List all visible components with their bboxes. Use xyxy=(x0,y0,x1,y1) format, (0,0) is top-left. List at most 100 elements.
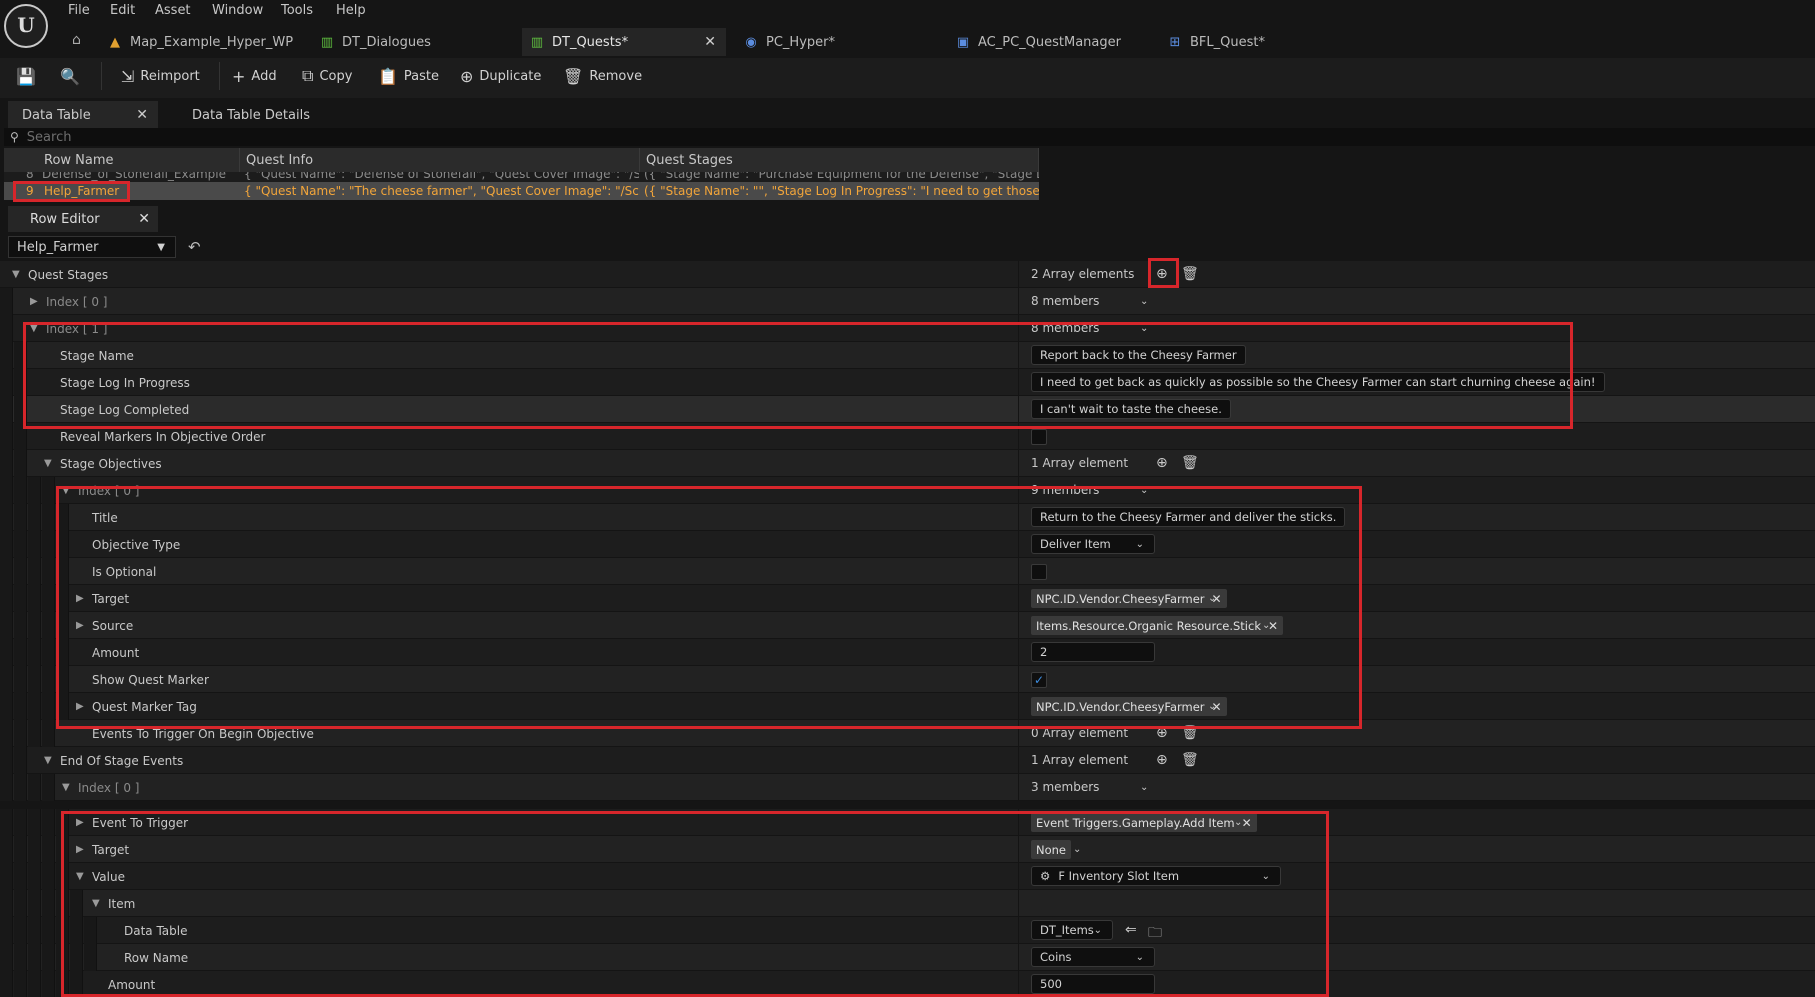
menu-file[interactable]: File xyxy=(68,3,90,18)
target-tag[interactable]: NPC.ID.Vendor.CheesyFarmer ✕ xyxy=(1031,589,1227,608)
expand-arrow-icon[interactable]: ▶ xyxy=(76,817,84,828)
data-table-dropdown[interactable]: DT_Items ⌄ xyxy=(1031,920,1113,940)
prop-quest-stages[interactable]: ▼ Quest Stages 2 Array elements ⊕ 🗑 xyxy=(0,261,1815,288)
unreal-logo-icon[interactable]: U xyxy=(4,4,48,48)
expand-arrow-icon[interactable]: ▶ xyxy=(76,593,84,604)
save-icon[interactable]: 💾 xyxy=(16,63,36,89)
tab-bfl-quest[interactable]: ⊞ BFL_Quest* xyxy=(1160,28,1360,56)
tab-dt-dialogues[interactable]: ▥ DT_Dialogues xyxy=(312,28,512,56)
prop-index-0[interactable]: ▶ Index [ 0 ] 8 members ⌄ xyxy=(0,288,1815,315)
chevron-down-icon[interactable]: ⌄ xyxy=(1234,817,1242,828)
column-header-quest-stages[interactable]: Quest Stages xyxy=(640,148,1039,172)
tab-row-editor[interactable]: Row Editor ✕ xyxy=(8,206,158,232)
menu-asset[interactable]: Asset xyxy=(155,3,191,18)
expand-arrow-icon[interactable]: ▶ xyxy=(76,844,84,855)
row-name-dropdown[interactable]: Coins ⌄ xyxy=(1031,947,1155,967)
add-button[interactable]: + Add xyxy=(232,63,277,89)
table-row[interactable]: 8 Defense_of_Stonefall_Example { "Quest … xyxy=(4,172,1039,182)
chevron-down-icon[interactable]: ⌄ xyxy=(1208,593,1216,604)
remove-button[interactable]: 🗑 Remove xyxy=(563,63,642,89)
search-input[interactable]: ⚲ Search xyxy=(4,128,1815,146)
expand-arrow-icon[interactable]: ▶ xyxy=(30,296,38,307)
add-element-icon[interactable]: ⊕ xyxy=(1156,455,1168,471)
add-element-icon[interactable]: ⊕ xyxy=(1156,266,1168,282)
struct-type-dropdown[interactable]: ⚙ F Inventory Slot Item ⌄ xyxy=(1031,866,1281,886)
tab-map-example[interactable]: ▲ Map_Example_Hyper_WP xyxy=(100,28,305,56)
chevron-down-icon[interactable]: ⌄ xyxy=(1208,701,1216,712)
title-field[interactable]: Return to the Cheesy Farmer and deliver … xyxy=(1031,507,1346,527)
is-optional-checkbox[interactable] xyxy=(1031,564,1047,580)
column-header-quest-info[interactable]: Quest Info xyxy=(240,148,640,172)
tab-data-table-details[interactable]: Data Table Details xyxy=(178,101,338,129)
prop-event-target[interactable]: ▶ Target None ⌄ xyxy=(0,836,1815,863)
menu-help[interactable]: Help xyxy=(336,3,366,18)
stage-log-in-progress-field[interactable]: I need to get back as quickly as possibl… xyxy=(1031,372,1605,392)
expand-arrow-icon[interactable]: ▼ xyxy=(44,458,52,469)
trash-icon[interactable]: 🗑 xyxy=(1181,266,1199,282)
show-quest-marker-checkbox[interactable]: ✓ xyxy=(1031,672,1047,688)
tab-pc-hyper[interactable]: ◉ PC_Hyper* xyxy=(736,28,936,56)
expand-arrow-icon[interactable]: ▼ xyxy=(62,485,70,496)
stage-name-field[interactable]: Report back to the Cheesy Farmer xyxy=(1031,345,1246,365)
menu-edit[interactable]: Edit xyxy=(110,3,135,18)
expand-arrow-icon[interactable]: ▼ xyxy=(92,898,100,909)
expand-arrow-icon[interactable]: ▼ xyxy=(62,782,70,793)
tab-dt-quests[interactable]: ▥ DT_Quests* ✕ xyxy=(522,28,726,56)
event-trigger-tag[interactable]: Event Triggers.Gameplay.Add Item ✕ xyxy=(1031,813,1257,832)
paste-button[interactable]: 📋 Paste xyxy=(378,63,439,89)
amount-field[interactable]: 2 xyxy=(1031,642,1155,662)
expand-arrow-icon[interactable]: ▼ xyxy=(76,871,84,882)
reset-icon[interactable]: ↶ xyxy=(188,238,201,256)
menu-tools[interactable]: Tools xyxy=(281,3,313,18)
expand-arrow-icon[interactable]: ▶ xyxy=(76,701,84,712)
duplicate-button[interactable]: ⊕ Duplicate xyxy=(460,63,541,89)
browse-icon[interactable]: 🔍 xyxy=(60,63,80,89)
expand-arrow-icon[interactable]: ▼ xyxy=(30,323,38,334)
trash-icon[interactable]: 🗑 xyxy=(1181,455,1199,471)
close-icon[interactable]: ✕ xyxy=(136,107,148,123)
prop-quest-marker-tag[interactable]: ▶ Quest Marker Tag NPC.ID.Vendor.CheesyF… xyxy=(0,693,1815,720)
prop-event-to-trigger[interactable]: ▶ Event To Trigger Event Triggers.Gamepl… xyxy=(0,809,1815,836)
menu-window[interactable]: Window xyxy=(212,3,263,18)
add-element-icon[interactable]: ⊕ xyxy=(1156,725,1168,741)
objective-type-dropdown[interactable]: Deliver Item ⌄ xyxy=(1031,534,1155,554)
prop-target[interactable]: ▶ Target NPC.ID.Vendor.CheesyFarmer ✕ ⌄ xyxy=(0,585,1815,612)
stage-log-completed-field[interactable]: I can't wait to taste the cheese. xyxy=(1031,399,1231,419)
expand-arrow-icon[interactable]: ▼ xyxy=(44,755,52,766)
tab-ac-pc-questmanager[interactable]: ▣ AC_PC_QuestManager xyxy=(948,28,1148,56)
chevron-down-icon[interactable]: ⌄ xyxy=(1140,782,1148,793)
marker-tag[interactable]: NPC.ID.Vendor.CheesyFarmer ✕ xyxy=(1031,697,1227,716)
add-element-icon[interactable]: ⊕ xyxy=(1156,752,1168,768)
column-header-row-name[interactable]: Row Name xyxy=(38,148,240,172)
event-amount-field[interactable]: 500 xyxy=(1031,974,1155,994)
browse-icon[interactable]: 🗀 xyxy=(1148,922,1162,946)
prop-end-index-0[interactable]: ▼ Index [ 0 ] 3 members ⌄ xyxy=(0,774,1815,801)
chevron-down-icon[interactable]: ⌄ xyxy=(1073,844,1081,855)
reveal-markers-checkbox[interactable] xyxy=(1031,429,1047,445)
source-tag[interactable]: Items.Resource.Organic Resource.Stick ✕ xyxy=(1031,616,1284,635)
expand-arrow-icon[interactable]: ▶ xyxy=(76,620,84,631)
reimport-button[interactable]: ⇲ Reimport xyxy=(121,63,200,89)
prop-source[interactable]: ▶ Source Items.Resource.Organic Resource… xyxy=(0,612,1815,639)
trash-icon[interactable]: 🗑 xyxy=(1181,725,1199,741)
table-row-selected[interactable]: 9 Help_Farmer { "Quest Name": "The chees… xyxy=(4,182,1039,200)
expand-arrow-icon[interactable]: ▼ xyxy=(12,269,20,280)
trash-icon[interactable]: 🗑 xyxy=(1181,752,1199,768)
prop-item[interactable]: ▼ Item xyxy=(0,890,1815,917)
prop-index-1[interactable]: ▼ Index [ 1 ] 8 members ⌄ xyxy=(0,315,1815,342)
remove-tag-icon[interactable]: ✕ xyxy=(1242,816,1252,830)
prop-end-of-stage-events[interactable]: ▼ End Of Stage Events 1 Array element ⊕ … xyxy=(0,747,1815,774)
event-target-tag[interactable]: None xyxy=(1031,840,1072,859)
close-icon[interactable]: ✕ xyxy=(138,211,150,227)
prop-stage-objectives[interactable]: ▼ Stage Objectives 1 Array element ⊕ 🗑 xyxy=(0,450,1815,477)
chevron-down-icon[interactable]: ⌄ xyxy=(1140,485,1148,496)
chevron-down-icon[interactable]: ⌄ xyxy=(1262,620,1270,631)
chevron-down-icon[interactable]: ⌄ xyxy=(1140,323,1148,334)
prop-event-value[interactable]: ▼ Value ⚙ F Inventory Slot Item ⌄ xyxy=(0,863,1815,890)
row-selector-dropdown[interactable]: Help_Farmer ▼ xyxy=(8,236,176,258)
chevron-down-icon[interactable]: ⌄ xyxy=(1140,296,1148,307)
prop-objective-index-0[interactable]: ▼ Index [ 0 ] 9 members ⌄ xyxy=(0,477,1815,504)
home-icon[interactable]: ⌂ xyxy=(72,32,81,48)
copy-button[interactable]: ⧉ Copy xyxy=(302,63,352,89)
use-selected-icon[interactable]: ⇐ xyxy=(1125,922,1137,938)
